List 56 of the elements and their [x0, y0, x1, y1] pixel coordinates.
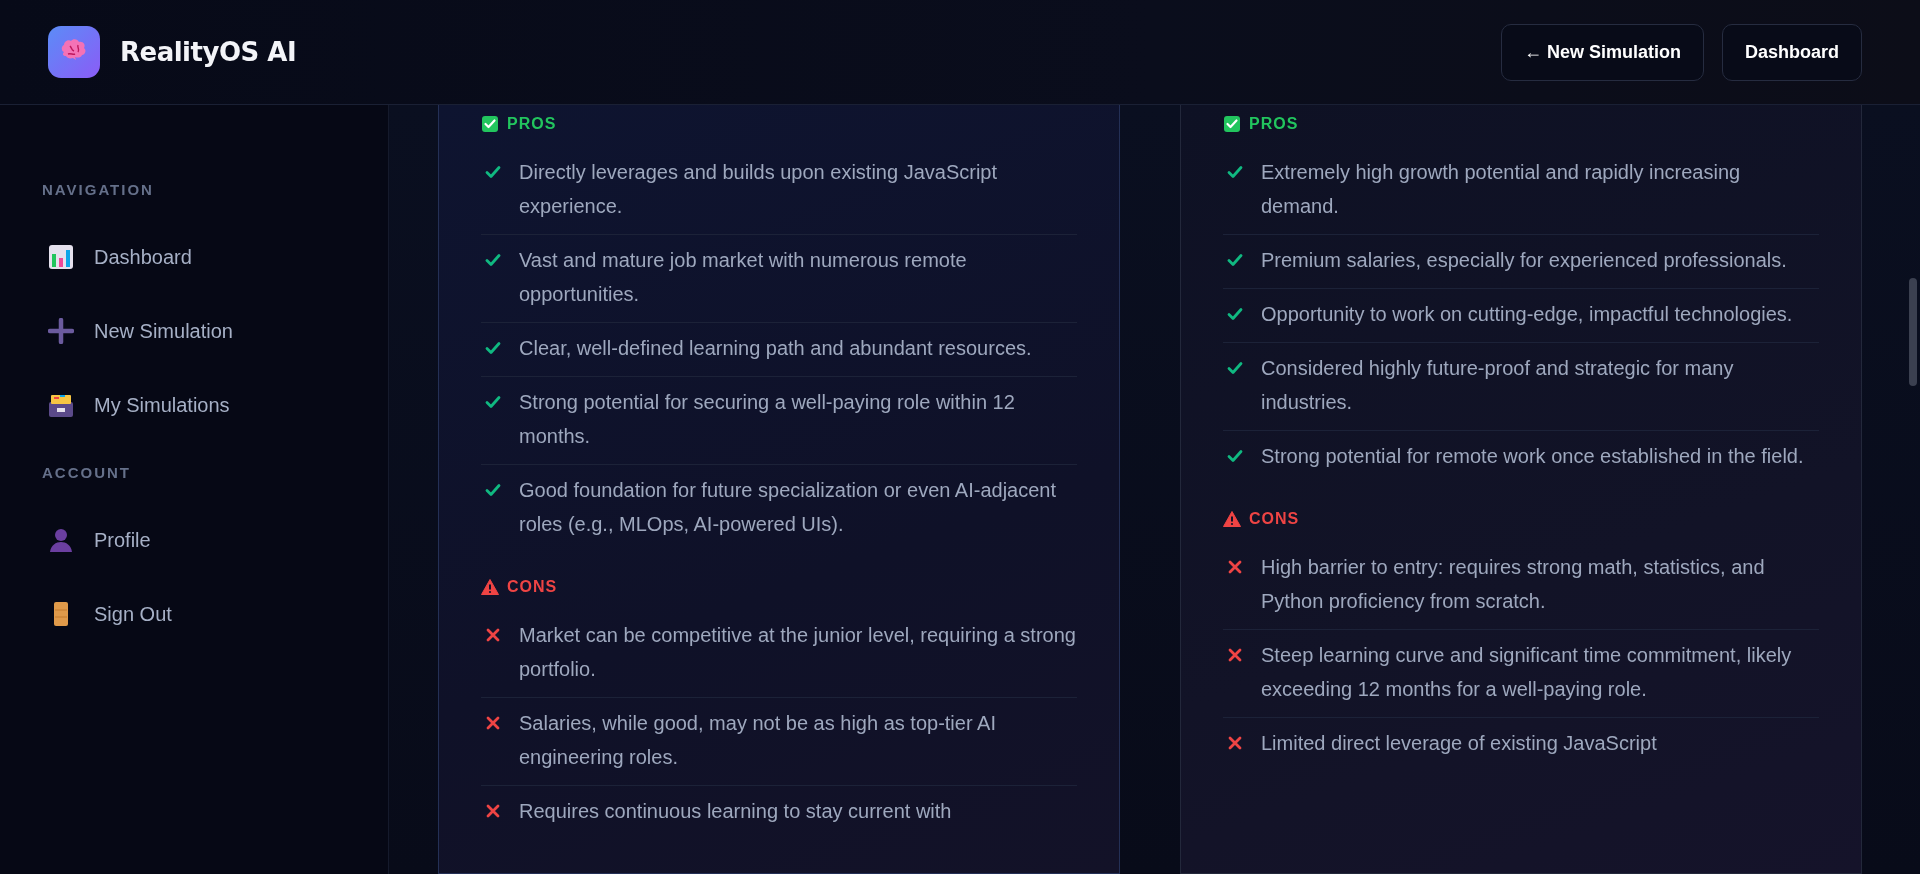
list-item-text: Salaries, while good, may not be as high as top-tier AI engineering roles.: [519, 711, 997, 770]
header-button[interactable]: ← New Simulation: [1500, 23, 1704, 81]
chart-icon: [48, 244, 74, 270]
check-icon: [485, 394, 501, 410]
list-item-text: Limited direct leverage of existing JavaScript: [1261, 731, 1657, 756]
checkbox-icon: [1223, 115, 1241, 133]
app-title: RealityOS AI: [120, 37, 297, 67]
check-icon: [485, 482, 501, 498]
scrollbar-thumb[interactable]: [1909, 278, 1917, 386]
section-heading: CONS: [507, 578, 558, 596]
brain-logo-icon: [48, 26, 100, 78]
header-button[interactable]: Dashboard: [1721, 23, 1862, 81]
check-icon: [485, 164, 501, 180]
cabinet-icon: [48, 392, 74, 418]
section-heading: PROS: [1249, 115, 1299, 133]
list-item-text: Strong potential for securing a well-paying role within 12 months.: [519, 390, 1016, 449]
warning-icon: [481, 578, 499, 596]
list-item-text: Extremely high growth potential and rapidly increasing demand.: [1261, 160, 1742, 219]
nav-link[interactable]: Profile: [48, 503, 151, 577]
nav-link[interactable]: My Simulations: [48, 368, 230, 442]
list-item-text: Strong potential for remote work once established in the field.: [1261, 444, 1804, 469]
plus-icon: [48, 318, 74, 344]
list-item-text: Premium salaries, especially for experienced professionals.: [1261, 248, 1787, 273]
cross-icon: [1227, 559, 1243, 575]
list-item-text: High barrier to entry: requires strong math, statistics, and Python proficiency from scratch.: [1261, 555, 1766, 614]
list-item-text: Market can be competitive at the junior level, requiring a strong portfolio.: [519, 623, 1077, 682]
check-icon: [1227, 252, 1243, 268]
section-heading: NAVIGATION: [42, 181, 155, 198]
check-icon: [485, 252, 501, 268]
section-heading: ACCOUNT: [42, 464, 132, 481]
cross-icon: [485, 803, 501, 819]
list-item-text: Opportunity to work on cutting-edge, impactful technologies.: [1261, 302, 1793, 327]
cross-icon: [485, 627, 501, 643]
check-icon: [1227, 164, 1243, 180]
warning-icon: [1223, 510, 1241, 528]
checkbox-icon: [481, 115, 499, 133]
cross-icon: [1227, 647, 1243, 663]
section-heading: PROS: [507, 115, 557, 133]
list-item-text: Steep learning curve and significant time commitment, likely exceeding 12 months for a well-paying role.: [1261, 643, 1793, 702]
list-item-text: Directly leverages and builds upon existing JavaScript experience.: [519, 160, 999, 219]
nav-link[interactable]: Dashboard: [48, 220, 192, 294]
check-icon: [1227, 360, 1243, 376]
cross-icon: [485, 715, 501, 731]
list-item-text: Clear, well-defined learning path and abundant resources.: [519, 336, 1032, 361]
cross-icon: [1227, 735, 1243, 751]
check-icon: [1227, 448, 1243, 464]
nav-link[interactable]: New Simulation: [48, 294, 233, 368]
list-item-text: Considered highly future-proof and strategic for many industries.: [1261, 356, 1735, 415]
check-icon: [1227, 306, 1243, 322]
section-heading: CONS: [1249, 510, 1300, 528]
list-item-text: Good foundation for future specialization or even AI-adjacent roles (e.g., MLOps, AI-powered UIs).: [519, 478, 1057, 537]
list-item-text: Vast and mature job market with numerous remote opportunities.: [519, 248, 968, 307]
person-icon: [48, 527, 74, 553]
nav-link[interactable]: Sign Out: [48, 577, 172, 651]
check-icon: [485, 340, 501, 356]
list-item-text: Requires continuous learning to stay current with: [519, 799, 952, 824]
